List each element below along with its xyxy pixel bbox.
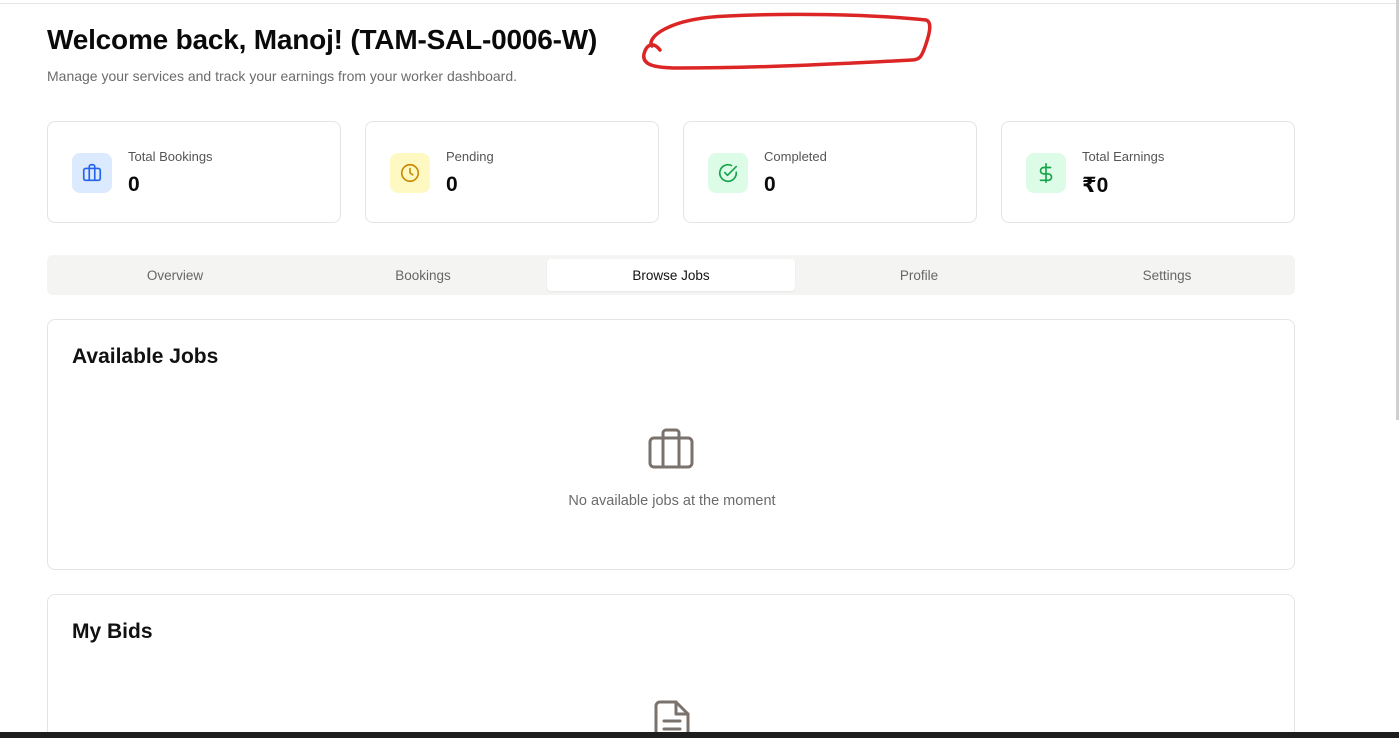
stat-value: ₹0 [1082,174,1109,197]
stat-label: Completed [764,149,827,164]
tab-bookings[interactable]: Bookings [299,259,547,291]
check-circle-icon [708,153,748,193]
briefcase-icon [72,153,112,193]
available-jobs-title: Available Jobs [72,345,219,368]
page-subtitle: Manage your services and track your earn… [47,68,517,84]
tab-settings[interactable]: Settings [1043,259,1291,291]
worker-dashboard-page: Welcome back, Manoj! (TAM-SAL-0006-W) Ma… [0,0,1399,738]
stat-value: 0 [764,173,776,196]
stat-card-total-bookings: Total Bookings 0 [47,121,341,223]
available-jobs-panel: Available Jobs No available jobs at the … [47,319,1295,570]
stat-card-pending: Pending 0 [365,121,659,223]
empty-state-message: No available jobs at the moment [568,493,776,509]
tab-overview[interactable]: Overview [51,259,299,291]
dollar-icon [1026,153,1066,193]
stats-row: Total Bookings 0 Pending 0 Completed 0 T… [47,121,1295,223]
bottom-bar [0,732,1399,738]
page-title: Welcome back, Manoj! (TAM-SAL-0006-W) [47,24,598,55]
stat-value: 0 [128,173,140,196]
clock-icon [390,153,430,193]
stat-label: Pending [446,149,494,164]
stat-card-total-earnings: Total Earnings ₹0 [1001,121,1295,223]
tab-profile[interactable]: Profile [795,259,1043,291]
red-scribble-annotation [642,12,932,70]
tab-browse-jobs[interactable]: Browse Jobs [547,259,795,291]
stat-value: 0 [446,173,458,196]
top-border [0,0,1399,4]
stat-label: Total Bookings [128,149,213,164]
tab-bar: Overview Bookings Browse Jobs Profile Se… [47,255,1295,295]
briefcase-icon [646,427,696,476]
my-bids-title: My Bids [72,620,153,643]
stat-card-completed: Completed 0 [683,121,977,223]
my-bids-panel: My Bids [47,594,1295,738]
stat-label: Total Earnings [1082,149,1165,164]
